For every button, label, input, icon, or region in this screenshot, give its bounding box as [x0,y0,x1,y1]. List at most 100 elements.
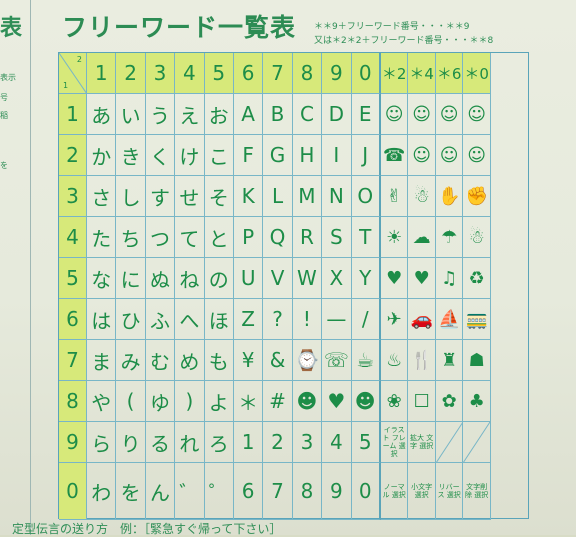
left-strip-text: を [0,161,8,170]
character-cell: K [233,176,264,217]
pictograph-cell: 拡大 文字 選択 [408,422,436,463]
character-cell: ! [292,299,323,340]
pictograph-cell: ☎ [380,135,409,176]
row-header: 5 [59,258,87,299]
pictograph-cell: ✊ [463,176,491,217]
character-cell: X [322,258,352,299]
character-cell: せ [175,176,205,217]
pictograph-cell: ✌ [380,176,409,217]
character-cell: ☏ [322,340,352,381]
input-note-line-2: 又は＊2＊2＋フリーワード番号・・・＊＊8 [314,36,494,46]
column-header: 6 [233,53,264,94]
character-cell: ね [175,258,205,299]
character-cell: B [263,94,293,135]
character-cell: 8 [292,463,323,520]
character-cell: ろ [204,422,234,463]
character-cell: T [351,217,381,258]
character-cell: く [145,135,176,176]
left-strip-text: 表示 [0,73,16,82]
row-header: 9 [59,422,87,463]
pictograph-cell: ⛵ [435,299,464,340]
character-cell: け [175,135,205,176]
pictograph-cell: 🚗 [408,299,436,340]
character-cell: か [87,135,117,176]
character-cell: / [351,299,381,340]
character-cell: — [322,299,352,340]
pictograph-cell: ☗ [463,340,491,381]
character-cell: ひ [116,299,146,340]
character-cell: O [351,176,381,217]
character-cell: に [116,258,146,299]
character-cell: ☻ [351,381,381,422]
row-header: 2 [59,135,87,176]
character-cell: N [322,176,352,217]
character-cell: ) [175,381,205,422]
character-cell: Z [233,299,264,340]
character-cell: れ [175,422,205,463]
pictograph-cell: ♥ [380,258,409,299]
character-cell: ⌚ [292,340,323,381]
pictograph-cell: ノーマル 選択 [380,463,409,520]
pictograph-cell: ☂ [435,217,464,258]
left-strip-text: 稲 [0,111,8,120]
character-cell: ☻ [292,381,323,422]
character-cell: む [145,340,176,381]
character-cell: 4 [322,422,352,463]
character-cell: さ [87,176,117,217]
page-title: フリーワード一覧表 [62,13,297,42]
character-cell: う [145,94,176,135]
column-header: 3 [145,53,176,94]
row-header: 4 [59,217,87,258]
character-cell: R [292,217,323,258]
column-header: 9 [322,53,352,94]
character-cell: G [263,135,293,176]
pictograph-cell: ☺ [380,94,409,135]
pictograph-cell: ♻ [463,258,491,299]
character-cell: こ [204,135,234,176]
footer-text: 定型伝言の送り方 例：［緊急すぐ帰って下さい］ [12,522,282,536]
left-strip-title: 表 [0,16,23,41]
character-cell: ? [263,299,293,340]
character-cell: よ [204,381,234,422]
character-cell: A [233,94,264,135]
table-corner-cell: 21 [59,53,87,94]
column-header: 1 [87,53,117,94]
left-strip-text: 号 [0,93,8,102]
character-cell: を [116,463,146,520]
pictograph-cell [463,422,491,463]
column-header: ＊2 [380,53,409,94]
character-cell: M [292,176,323,217]
pictograph-cell: ☺ [408,135,436,176]
column-header: 2 [116,53,146,94]
character-cell: や [87,381,117,422]
character-cell: ふ [145,299,176,340]
character-cell: し [116,176,146,217]
character-cell: 3 [292,422,323,463]
pictograph-cell: 🚃 [463,299,491,340]
pictograph-cell: ✈ [380,299,409,340]
pictograph-cell: ✿ [435,381,464,422]
character-cell: ま [87,340,117,381]
column-header: 7 [263,53,293,94]
pictograph-cell: ☺ [463,94,491,135]
character-cell: ☕ [351,340,381,381]
pictograph-cell: ☺ [435,94,464,135]
character-cell: わ [87,463,117,520]
character-cell: D [322,94,352,135]
character-cell: は [87,299,117,340]
row-header: 1 [59,94,87,135]
character-cell: そ [204,176,234,217]
pictograph-cell: ♜ [435,340,464,381]
character-cell: て [175,217,205,258]
previous-page-strip: 表 表示 号 稲 を [0,0,31,535]
character-cell: え [175,94,205,135]
character-cell: & [263,340,293,381]
character-cell: つ [145,217,176,258]
character-cell: お [204,94,234,135]
row-header: 8 [59,381,87,422]
column-header: 5 [204,53,234,94]
character-cell: 6 [233,463,264,520]
character-cell: き [116,135,146,176]
pictograph-cell: ✋ [435,176,464,217]
pictograph-cell: ☃ [408,176,436,217]
